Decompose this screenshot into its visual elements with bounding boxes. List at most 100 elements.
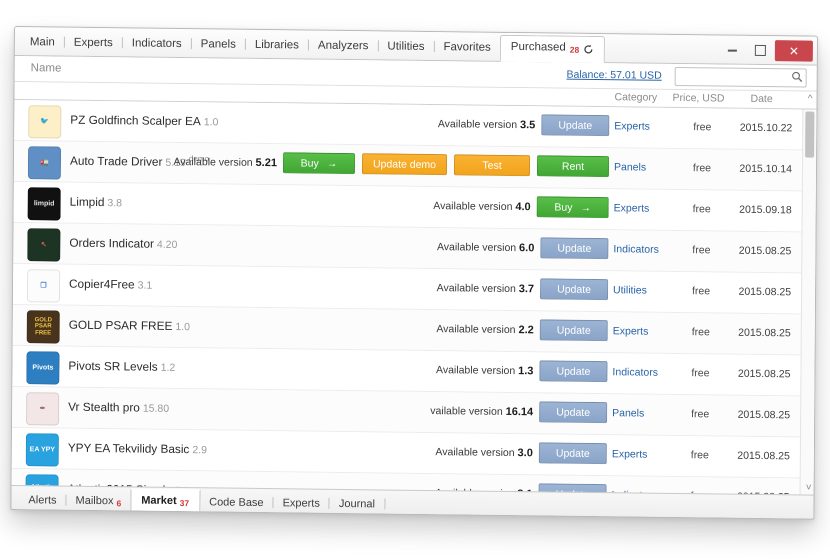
available-version-label: Available version	[437, 241, 519, 254]
available-version-number: 3.5	[520, 119, 535, 131]
row-action-buttons: Update	[540, 237, 608, 259]
tab-libraries[interactable]: Libraries	[246, 39, 308, 58]
tab-separator	[384, 498, 385, 509]
update-demo-button[interactable]: Update demo	[362, 153, 447, 175]
category-link[interactable]: Panels	[612, 407, 644, 419]
available-version-label: Available version	[436, 364, 518, 377]
terminal-tab-alerts[interactable]: Alerts	[19, 494, 65, 507]
rent-button[interactable]: Rent	[537, 155, 609, 177]
update-button[interactable]: Update	[540, 278, 608, 300]
price-cell: free	[674, 449, 726, 462]
scrollbar-thumb[interactable]	[805, 112, 814, 158]
tab-favorites[interactable]: Favorites	[434, 42, 499, 61]
tab-indicators[interactable]: Indicators	[123, 38, 191, 57]
category-link[interactable]: Experts	[614, 202, 650, 214]
chevron-down-icon[interactable]: ˅	[806, 483, 812, 494]
available-version: Available version 3.0	[435, 446, 532, 459]
update-button[interactable]: Update	[541, 114, 609, 136]
product-version: 4.20	[157, 239, 178, 251]
terminal-tab-experts[interactable]: Experts	[274, 497, 329, 510]
tab-experts[interactable]: Experts	[65, 37, 122, 56]
tab-purchased[interactable]: Purchased28	[500, 34, 606, 63]
arrow-right-icon: →	[580, 201, 591, 213]
tab-label: Favorites	[443, 41, 490, 54]
product-title: Limpid	[70, 195, 105, 209]
screenshot-stage: MainExpertsIndicatorsPanelsLibrariesAnal…	[0, 0, 830, 559]
close-button[interactable]: ✕	[775, 40, 813, 61]
orders-indicator-icon: ↖	[27, 228, 60, 261]
available-version-label: vailable version	[430, 405, 505, 418]
date-cell: 2015.08.25	[737, 450, 790, 463]
update-button[interactable]: Update	[539, 360, 607, 382]
tab-main[interactable]: Main	[21, 37, 64, 56]
available-version: vailable version 16.14	[430, 405, 533, 418]
buy-button[interactable]: Buy→	[283, 152, 355, 174]
terminal-tab-label: Mailbox	[76, 494, 114, 506]
terminal-tab-label: Alerts	[28, 494, 56, 506]
update-button[interactable]: Update	[540, 319, 608, 341]
buy-button[interactable]: Buy →	[537, 196, 609, 218]
terminal-tab-market[interactable]: Market37	[130, 488, 200, 513]
tab-utilities[interactable]: Utilities	[378, 41, 433, 60]
product-version: 1.0	[175, 321, 190, 333]
available-version-number: 5.21	[256, 157, 278, 169]
column-header-category[interactable]: Category	[614, 91, 657, 104]
search-input-wrapper[interactable]	[675, 67, 807, 88]
product-title: Copier4Free	[69, 277, 135, 292]
product-title: GOLD PSAR FREE	[69, 318, 173, 333]
product-title: YPY EA Tekvilidy Basic	[68, 441, 190, 456]
product-version: 1.0	[204, 116, 219, 128]
minimize-button[interactable]	[719, 40, 745, 59]
update-button[interactable]: Update	[539, 401, 607, 423]
maximize-button[interactable]	[747, 41, 773, 60]
product-title: PZ Goldfinch Scalper EA	[70, 113, 201, 129]
available-version-number: 2.2	[518, 324, 533, 336]
product-version: 2.9	[192, 444, 207, 456]
category-link[interactable]: Experts	[614, 120, 650, 132]
price-cell: free	[674, 408, 726, 421]
row-action-buttons: Update	[540, 278, 608, 300]
button-label: Update demo	[373, 158, 436, 171]
test-button[interactable]: Test	[454, 154, 530, 176]
product-title: Vr Stealth pro	[68, 400, 140, 415]
chevron-up-icon[interactable]: ^	[808, 94, 813, 105]
category-link[interactable]: Experts	[613, 325, 649, 337]
vr-stealth-pro-icon: ✒	[26, 392, 59, 425]
category-link[interactable]: Indicators	[613, 243, 659, 256]
update-button[interactable]: Update	[539, 442, 607, 464]
market-window: MainExpertsIndicatorsPanelsLibrariesAnal…	[10, 26, 818, 520]
button-label: Buy	[554, 201, 572, 213]
row-action-buttons: Update	[539, 442, 607, 464]
price-cell: free	[676, 203, 728, 216]
available-version-label: Available version	[433, 200, 515, 213]
column-header-price[interactable]: Price, USD	[672, 92, 724, 105]
vertical-scrollbar[interactable]	[800, 109, 817, 494]
available-version-number: 16.14	[506, 406, 534, 418]
button-label: Update	[557, 242, 591, 254]
product-name: YPY EA Tekvilidy Basic2.9	[68, 441, 207, 457]
category-link[interactable]: Panels	[614, 161, 646, 173]
gold-psar-free-icon: GOLD PSAR FREE	[27, 310, 60, 343]
update-button[interactable]: Update	[540, 237, 608, 259]
terminal-tab-badge: 6	[116, 498, 121, 508]
terminal-tab-label: Journal	[339, 497, 375, 509]
terminal-tab-journal[interactable]: Journal	[330, 497, 384, 510]
product-name: Limpid3.8	[70, 195, 122, 210]
terminal-tab-mailbox[interactable]: Mailbox6	[67, 494, 131, 507]
balance-link[interactable]: Balance: 57.01 USD	[566, 69, 661, 82]
limpid-icon: limpid	[28, 187, 61, 220]
column-header-date[interactable]: Date	[750, 93, 772, 105]
refresh-icon[interactable]	[583, 44, 594, 55]
copier4free-icon: ❐	[27, 269, 60, 302]
close-icon: ✕	[789, 44, 799, 58]
product-name: GOLD PSAR FREE1.0	[69, 318, 190, 333]
price-cell: free	[676, 162, 728, 175]
category-link[interactable]: Utilities	[613, 284, 647, 296]
tab-panels[interactable]: Panels	[192, 39, 245, 58]
terminal-tab-code-base[interactable]: Code Base	[200, 496, 273, 509]
category-link[interactable]: Experts	[612, 448, 648, 460]
date-cell: 2015.09.18	[739, 204, 792, 217]
category-link[interactable]: Indicators	[612, 366, 658, 379]
tab-analyzers[interactable]: Analyzers	[309, 40, 378, 59]
product-name: PZ Goldfinch Scalper EA1.0	[70, 113, 218, 129]
